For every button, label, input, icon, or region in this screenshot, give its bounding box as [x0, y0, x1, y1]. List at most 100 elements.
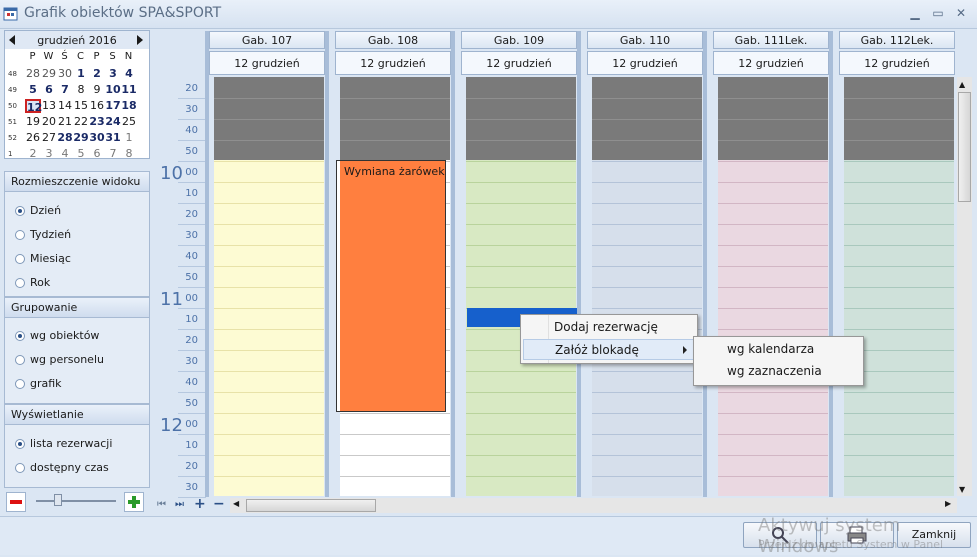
- add-icon[interactable]: +: [194, 496, 206, 512]
- slot-gridline: [844, 476, 954, 477]
- maximize-icon[interactable]: ▭: [929, 4, 947, 22]
- calendar-day[interactable]: 14: [57, 99, 73, 113]
- calendar-day[interactable]: 8: [73, 83, 89, 97]
- scroll-left-icon[interactable]: ◀: [233, 499, 239, 508]
- calendar-day[interactable]: 4: [57, 147, 73, 161]
- radio-button[interactable]: [15, 463, 25, 473]
- radio-label-wg-obiektów[interactable]: wg obiektów: [30, 329, 99, 342]
- calendar-day[interactable]: 6: [89, 147, 105, 161]
- column-header[interactable]: Gab. 108: [335, 31, 451, 49]
- calendar-day[interactable]: 25: [121, 115, 137, 129]
- calendar-day[interactable]: 5: [73, 147, 89, 161]
- calendar-day[interactable]: 28: [25, 67, 41, 81]
- column-header[interactable]: Gab. 107: [209, 31, 325, 49]
- calendar-day[interactable]: 11: [121, 83, 137, 97]
- menu-item-add-reservation[interactable]: Dodaj rezerwację: [523, 317, 695, 338]
- calendar-day[interactable]: 24: [105, 115, 121, 129]
- calendar-day[interactable]: 21: [57, 115, 73, 129]
- close-icon[interactable]: ✕: [952, 4, 970, 22]
- zoom-slider-thumb[interactable]: [54, 494, 62, 506]
- calendar-day[interactable]: 8: [121, 147, 137, 161]
- next-month-icon[interactable]: [137, 35, 143, 45]
- horizontal-scroll-thumb[interactable]: [246, 499, 376, 512]
- menu-item-by-calendar[interactable]: wg kalendarza: [696, 339, 861, 360]
- calendar-day[interactable]: 18: [121, 99, 137, 113]
- vertical-scroll-thumb[interactable]: [958, 92, 971, 202]
- calendar-app-icon[interactable]: [3, 6, 18, 21]
- layout-panel-title: Rozmieszczenie widoku: [5, 172, 149, 192]
- radio-label-dostępny-czas[interactable]: dostępny czas: [30, 461, 109, 474]
- event-block[interactable]: Wymiana żarówek: [336, 160, 446, 412]
- column-body[interactable]: [466, 77, 576, 496]
- column-body[interactable]: [844, 77, 954, 496]
- calendar-day[interactable]: 1: [121, 131, 137, 145]
- minimize-icon[interactable]: ▁: [906, 4, 924, 22]
- calendar-day[interactable]: 7: [57, 83, 73, 97]
- column-header[interactable]: Gab. 112Lek.: [839, 31, 955, 49]
- scroll-down-icon[interactable]: ▼: [959, 485, 965, 494]
- column-header[interactable]: Gab. 111Lek.: [713, 31, 829, 49]
- radio-button[interactable]: [15, 355, 25, 365]
- time-gridline: [178, 161, 206, 162]
- calendar-day[interactable]: 26: [25, 131, 41, 145]
- last-page-icon[interactable]: ⏭: [175, 499, 184, 510]
- calendar-day[interactable]: 3: [41, 147, 57, 161]
- scroll-up-icon[interactable]: ▲: [959, 80, 965, 89]
- calendar-day[interactable]: 9: [89, 83, 105, 97]
- radio-label-wg-personelu[interactable]: wg personelu: [30, 353, 104, 366]
- zoom-in-button[interactable]: [124, 492, 144, 512]
- calendar-day[interactable]: 15: [73, 99, 89, 113]
- calendar-day[interactable]: 3: [105, 67, 121, 81]
- calendar-day[interactable]: 20: [41, 115, 57, 129]
- calendar-day[interactable]: 17: [105, 99, 121, 113]
- radio-label-grafik[interactable]: grafik: [30, 377, 62, 390]
- calendar-day[interactable]: 7: [105, 147, 121, 161]
- menu-item-create-block[interactable]: Załóż blokadę: [523, 339, 695, 360]
- radio-button[interactable]: [15, 254, 25, 264]
- calendar-day[interactable]: 22: [73, 115, 89, 129]
- radio-button[interactable]: [15, 278, 25, 288]
- remove-icon[interactable]: −: [213, 496, 225, 512]
- calendar-day[interactable]: 29: [73, 131, 89, 145]
- calendar-day[interactable]: 28: [57, 131, 73, 145]
- radio-button[interactable]: [15, 206, 25, 216]
- time-gridline: [178, 140, 206, 141]
- column-body[interactable]: [214, 77, 324, 496]
- calendar-day[interactable]: 10: [105, 83, 121, 97]
- calendar-day[interactable]: 19: [25, 115, 41, 129]
- calendar-day[interactable]: 23: [89, 115, 105, 129]
- calendar-day[interactable]: 30: [57, 67, 73, 81]
- prev-month-icon[interactable]: [9, 35, 15, 45]
- calendar-day[interactable]: 30: [89, 131, 105, 145]
- menu-item-by-selection[interactable]: wg zaznaczenia: [696, 361, 861, 382]
- calendar-day[interactable]: 27: [41, 131, 57, 145]
- radio-button[interactable]: [15, 331, 25, 341]
- calendar-day[interactable]: 5: [25, 83, 41, 97]
- calendar-day[interactable]: 16: [89, 99, 105, 113]
- radio-label-tydzień[interactable]: Tydzień: [30, 228, 71, 241]
- calendar-day[interactable]: 6: [41, 83, 57, 97]
- radio-label-miesiąc[interactable]: Miesiąc: [30, 252, 71, 265]
- zoom-out-button[interactable]: [6, 492, 26, 512]
- calendar-day[interactable]: 2: [89, 67, 105, 81]
- zoom-slider-track[interactable]: [36, 500, 116, 502]
- calendar-day[interactable]: 2: [25, 147, 41, 161]
- radio-button[interactable]: [15, 379, 25, 389]
- calendar-day[interactable]: 4: [121, 67, 137, 81]
- first-page-icon[interactable]: ⏮: [157, 499, 166, 510]
- radio-label-dzień[interactable]: Dzień: [30, 204, 61, 217]
- calendar-day[interactable]: 31: [105, 131, 121, 145]
- radio-label-rok[interactable]: Rok: [30, 276, 50, 289]
- column-body[interactable]: [718, 77, 828, 496]
- column-header[interactable]: Gab. 109: [461, 31, 577, 49]
- radio-button[interactable]: [15, 230, 25, 240]
- calendar-day[interactable]: 13: [41, 99, 57, 113]
- calendar-day[interactable]: 1: [73, 67, 89, 81]
- calendar-day[interactable]: 29: [41, 67, 57, 81]
- column-header[interactable]: Gab. 110: [587, 31, 703, 49]
- column-body[interactable]: [592, 77, 702, 496]
- scroll-right-icon[interactable]: ▶: [945, 499, 951, 508]
- radio-button[interactable]: [15, 439, 25, 449]
- radio-label-lista-rezerwacji[interactable]: lista rezerwacji: [30, 437, 112, 450]
- calendar-day[interactable]: 12: [25, 99, 42, 114]
